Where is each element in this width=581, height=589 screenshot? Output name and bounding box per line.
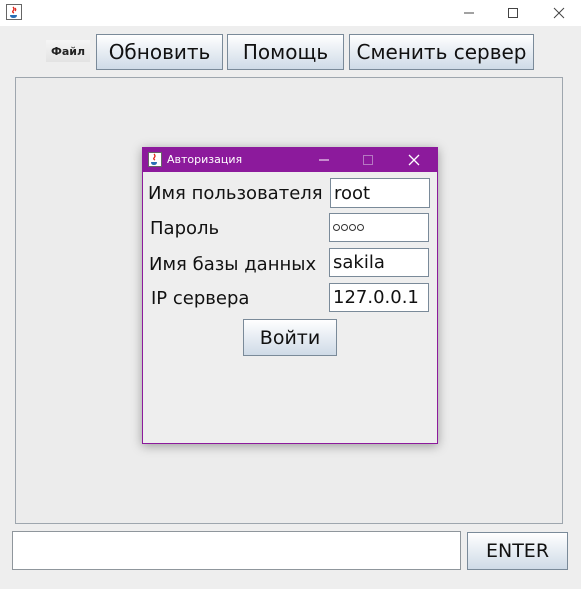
password-field[interactable] [329, 213, 429, 242]
window-titlebar [0, 0, 581, 26]
password-dot [333, 224, 340, 231]
change-server-button[interactable]: Сменить сервер [349, 34, 534, 70]
database-label: Имя базы данных [149, 254, 317, 275]
close-icon[interactable] [394, 148, 434, 172]
server-ip-field[interactable]: 127.0.0.1 [329, 283, 429, 312]
password-dot [357, 224, 364, 231]
server-ip-label: IP сервера [151, 288, 250, 309]
login-dialog: Авторизация Имя пользователя root Пароль… [142, 147, 438, 444]
password-label: Пароль [150, 218, 220, 239]
help-button[interactable]: Помощь [227, 34, 344, 70]
close-icon[interactable] [537, 0, 581, 26]
password-dot [341, 224, 348, 231]
command-input[interactable] [12, 531, 461, 570]
username-label: Имя пользователя [148, 183, 323, 204]
dialog-title: Авторизация [167, 153, 243, 166]
username-field[interactable]: root [330, 178, 430, 208]
database-field[interactable]: sakila [329, 248, 429, 277]
minimize-icon[interactable] [447, 0, 491, 26]
login-button[interactable]: Войти [243, 319, 337, 356]
dialog-titlebar: Авторизация [143, 148, 437, 172]
java-cup-icon [6, 4, 22, 20]
password-dot [349, 224, 356, 231]
java-cup-icon [148, 152, 162, 167]
enter-button[interactable]: ENTER [467, 532, 568, 570]
maximize-icon[interactable] [491, 0, 535, 26]
refresh-button[interactable]: Обновить [96, 34, 223, 70]
minimize-icon[interactable] [304, 148, 344, 172]
menu-file[interactable]: Файл [46, 40, 90, 62]
maximize-icon [348, 148, 388, 172]
